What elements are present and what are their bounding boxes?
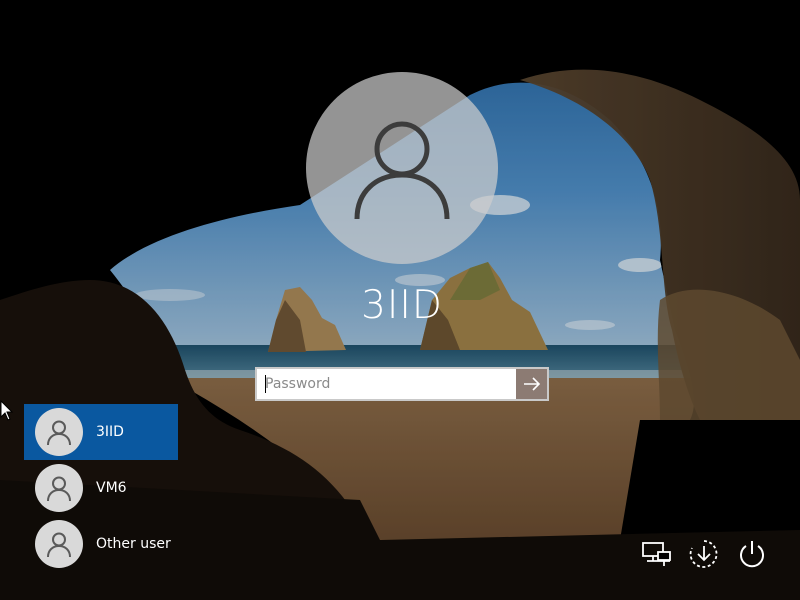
arrow-right-icon: [523, 377, 540, 391]
password-input[interactable]: [257, 369, 516, 399]
ease-of-access-button[interactable]: [686, 536, 722, 572]
avatar: [35, 408, 83, 456]
submit-button[interactable]: [516, 369, 547, 399]
user-item-label: 3IID: [96, 424, 124, 440]
username-label: 3IID: [361, 283, 443, 328]
ease-of-access-icon: [689, 540, 718, 568]
text-caret: [265, 375, 266, 393]
user-avatar-large: [306, 72, 498, 264]
user-item-label: Other user: [96, 536, 171, 552]
power-icon: [740, 541, 764, 568]
user-item-vm6[interactable]: VM6: [24, 460, 178, 516]
user-icon: [47, 532, 71, 558]
user-list: 3IID VM6 Other user: [24, 404, 178, 572]
network-button[interactable]: [638, 536, 674, 572]
avatar: [35, 520, 83, 568]
mouse-cursor-icon: [0, 400, 14, 421]
power-button[interactable]: [734, 536, 770, 572]
user-item-label: VM6: [96, 480, 127, 496]
user-icon: [47, 420, 71, 446]
user-item-3iid[interactable]: 3IID: [24, 404, 178, 460]
password-field-container: [255, 367, 549, 401]
network-icon: [642, 542, 671, 566]
user-icon: [354, 121, 450, 220]
avatar: [35, 464, 83, 512]
user-icon: [47, 476, 71, 502]
user-item-other-user[interactable]: Other user: [24, 516, 178, 572]
